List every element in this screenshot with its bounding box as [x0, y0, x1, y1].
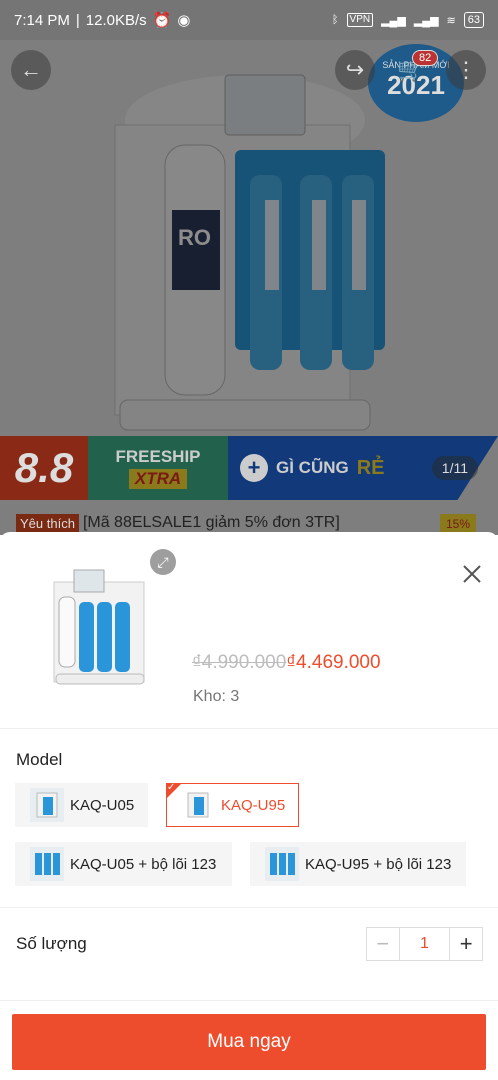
quantity-stepper: − 1 +	[366, 927, 483, 961]
expand-icon: ⤢	[157, 553, 169, 570]
divider	[0, 907, 498, 908]
signal-icon: ▂▄▆	[381, 14, 406, 27]
plus-icon: +	[240, 454, 268, 482]
discount-badge: 15%	[440, 514, 477, 534]
variant-label: KAQ-U05	[70, 796, 135, 814]
variant-label: KAQ-U05 + bộ lõi 123	[70, 855, 217, 873]
variant-option-kaq-u05-bo-loi-123[interactable]: KAQ-U05 + bộ lõi 123	[15, 842, 232, 886]
battery-icon: 63	[463, 12, 484, 28]
variant-option-kaq-u95-bo-loi-123[interactable]: KAQ-U95 + bộ lõi 123	[250, 842, 466, 886]
status-speed: 12.0KB/s	[85, 11, 147, 29]
favorite-tag: Yêu thích	[16, 514, 79, 533]
expand-image-button[interactable]: ⤢	[150, 549, 176, 575]
banner-freeship-label: FREESHIP	[115, 447, 201, 466]
more-button[interactable]: ⋮	[446, 50, 486, 90]
status-time: 7:14 PM	[14, 11, 70, 29]
variant-thumbnail	[30, 788, 64, 822]
banner-freeship: FREESHIP XTRA	[88, 436, 228, 500]
close-button[interactable]	[458, 560, 486, 588]
status-separator: |	[75, 11, 80, 29]
decrease-quantity-button[interactable]: −	[367, 928, 399, 960]
product-title: [Mã 88ELSALE1 giảm 5% đơn 3TR]	[82, 514, 340, 531]
chrome-icon: ◉	[177, 12, 191, 29]
model-label: Model	[16, 750, 63, 769]
signal-icon-2: ▂▄▆	[413, 14, 439, 27]
selected-check-icon: ✓	[166, 782, 182, 799]
variant-thumbnail	[30, 847, 64, 881]
selected-variant-thumbnail[interactable]	[44, 562, 154, 692]
banner-xtra-label: XTRA	[128, 469, 188, 489]
bluetooth-icon: ᛒ	[331, 14, 339, 26]
stock-count: Kho: 3	[193, 688, 240, 705]
close-icon	[463, 565, 481, 583]
alarm-icon: ⏰	[152, 12, 172, 29]
variant-label: KAQ-U95	[221, 796, 286, 814]
original-price: ₫4.990.000	[192, 652, 287, 673]
price-block: ₫4.990.000₫4.469.000	[192, 652, 381, 674]
divider	[0, 1000, 498, 1001]
variant-option-kaq-u05[interactable]: KAQ-U05	[15, 783, 148, 827]
promo-banner: 8.8 FREESHIP XTRA + GÌ CŨNG RẺ	[0, 436, 498, 500]
increase-quantity-button[interactable]: +	[450, 928, 482, 960]
variant-option-kaq-u95[interactable]: ✓ KAQ-U95	[166, 782, 299, 827]
share-button[interactable]: ↪	[335, 50, 375, 90]
buy-now-button[interactable]: Mua ngay	[12, 1014, 486, 1070]
image-counter: 1/11	[431, 456, 478, 480]
quantity-label: Số lượng	[16, 934, 87, 953]
variant-thumbnail	[265, 847, 299, 881]
share-icon: ↪	[345, 57, 365, 82]
cart-count-badge: 82	[412, 50, 439, 66]
back-button[interactable]: ←	[11, 50, 51, 90]
banner-re-label: RẺ	[356, 456, 385, 479]
more-vertical-icon: ⋮	[455, 57, 477, 82]
back-arrow-icon: ←	[20, 57, 42, 82]
variant-label: KAQ-U95 + bộ lõi 123	[305, 855, 452, 873]
variant-bottom-sheet: ⤢ ₫4.990.000₫4.469.000 Kho: 3 Model KAQ-…	[0, 532, 498, 1080]
sale-price: ₫4.469.000	[286, 652, 381, 673]
status-bar: 7:14 PM | 12.0KB/s ⏰ ◉ ᛒ VPN ▂▄▆ ▂▄▆ ≋ 6…	[0, 0, 498, 40]
quantity-input[interactable]: 1	[398, 928, 451, 960]
vpn-badge: VPN	[346, 13, 374, 27]
variant-thumbnail	[181, 788, 215, 822]
banner-gi-cung-label: GÌ CŨNG	[276, 458, 349, 477]
plus-icon: +	[459, 931, 473, 956]
wifi-icon: ≋	[446, 14, 456, 27]
banner-sale-date: 8.8	[0, 436, 88, 500]
minus-icon: −	[376, 931, 390, 956]
divider	[0, 728, 498, 729]
